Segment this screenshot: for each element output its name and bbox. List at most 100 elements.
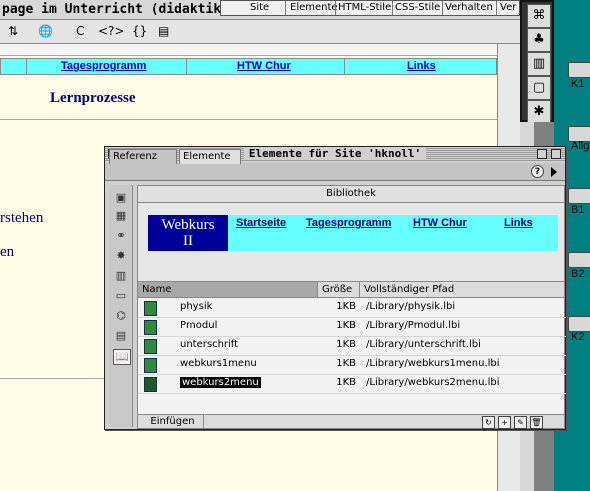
drive-icon[interactable] [568,252,590,268]
drive-icon[interactable] [568,188,590,204]
list-item-selected[interactable]: webkurs2menu 1KB /Library/webkurs2menu.l… [138,374,566,394]
menu-elemente[interactable]: Elemente [290,2,338,13]
nav-link-links[interactable]: Links [407,60,436,72]
behaviors-icon[interactable]: ✱ [527,100,551,124]
drive-icon[interactable] [568,316,590,332]
library-item-list: physik 1KB /Library/physik.lbi Pmodul 1K… [137,298,566,414]
refresh-icon[interactable]: C [76,24,84,38]
palette-bottom-bar: Einfügen ↻ + ✎ 🗑 [137,414,565,429]
nav-link-tagesprogramm[interactable]: Tagesprogramm [61,60,146,72]
preview-logo-line: II [183,233,193,249]
column-size[interactable]: Größe [318,282,360,297]
list-item[interactable]: Pmodul 1KB /Library/Pmodul.lbi [138,317,566,337]
menu-html-stile[interactable]: HTML-Stile [338,2,391,13]
list-item[interactable]: unterschrift 1KB /Library/unterschrift.l… [138,336,566,356]
body-text-fragment: rstehen [0,210,44,226]
tab-label: Referenz [113,151,157,162]
menu-divider [392,1,393,15]
preview-browser-icon[interactable]: 🌐 [38,24,53,38]
list-item[interactable]: physik 1KB /Library/physik.lbi [138,298,566,318]
item-path: /Library/unterschrift.lbi [366,339,481,350]
menu-site[interactable]: Site [250,2,269,13]
preview-link-links: Links [504,217,533,229]
horizontal-rule [0,378,105,379]
nav-divider [26,59,27,74]
tab-elemente[interactable]: Elemente [179,149,241,164]
library-preview: Webkurs II Startseite Tagesprogramm HTW … [137,203,565,281]
code-nav-icon[interactable]: {} [132,24,147,38]
menu-divider [442,1,443,15]
menu-ver[interactable]: Ver [500,2,516,13]
file-management-icon[interactable]: ⇅ [8,24,18,38]
column-name[interactable]: Name [138,282,318,297]
library-item-icon [144,377,157,392]
preview-link-htw-chur: HTW Chur [413,217,467,229]
menu-css-stile[interactable]: CSS-Stile [395,2,440,13]
library-item-icon [144,339,157,354]
library-header: Bibliothek [137,185,565,203]
drive-label: B2 [571,268,585,280]
list-column-header: Name Größe Vollständiger Pfad [137,281,565,298]
urls-category-icon[interactable]: ⚭ [113,229,129,243]
preview-logo: Webkurs II [148,215,228,251]
insert-button[interactable]: Einfügen [142,415,204,428]
document-ruler [0,44,520,56]
reference-icon[interactable]: <?> [98,24,124,38]
item-name: unterschrift [180,339,239,350]
site-icon[interactable]: ⌘ [527,4,551,28]
library-item-icon [144,320,157,335]
library-category-icon[interactable]: 📖 [113,349,131,365]
drive-label: K2 [571,331,585,343]
css-styles-icon[interactable]: ▢ [527,76,551,100]
drive-icon[interactable] [568,62,590,78]
movies-category-icon[interactable]: ▭ [113,289,129,303]
options-menu-icon[interactable] [551,167,557,177]
page-heading: Lernprozesse [50,90,136,106]
html-styles-icon[interactable]: ▥ [527,52,551,76]
tab-referenz[interactable]: Referenz [109,149,177,164]
view-options-icon[interactable]: ▤ [158,24,169,38]
item-path: /Library/physik.lbi [366,301,456,312]
item-size: 1KB [336,377,356,388]
colors-category-icon[interactable]: ▦ [113,209,129,223]
menu-divider [285,1,286,15]
scripts-category-icon[interactable]: ⌬ [113,309,129,323]
horizontal-rule [0,119,497,120]
assets-icon[interactable]: ♣ [527,28,551,52]
edit-item-icon[interactable]: ✎ [514,416,527,429]
images-category-icon[interactable]: ▣ [113,191,129,205]
refresh-list-icon[interactable]: ↻ [482,416,495,429]
list-item[interactable]: webkurs1menu 1KB /Library/webkurs1menu.l… [138,355,566,375]
flash-category-icon[interactable]: ✸ [113,249,129,263]
body-text-fragment: en [0,244,15,260]
nav-link-htw-chur[interactable]: HTW Chur [237,60,291,72]
library-item-icon [144,301,157,316]
library-item-icon [144,358,157,373]
item-path: /Library/Pmodul.lbi [366,320,461,331]
new-item-icon[interactable]: + [498,416,511,429]
item-name[interactable]: webkurs2menu [180,377,261,388]
drive-label: K1 [571,78,585,90]
menu-divider [335,1,336,15]
help-icon[interactable]: ? [531,165,544,178]
collapse-box-icon[interactable] [551,149,561,159]
templates-category-icon[interactable]: ▤ [113,329,129,343]
trash-icon[interactable]: 🗑 [530,416,543,429]
item-name: Pmodul [180,320,218,331]
item-name: physik [180,301,213,312]
document-toolbar: ⇅ 🌐 C <?> {} ▤ [0,20,520,44]
asset-category-column: ▣ ▦ ⚭ ✸ ▥ ▭ ⌬ ▤ 📖 [109,185,133,427]
nav-divider [186,59,187,74]
menu-verhalten[interactable]: Verhalten [445,2,493,13]
item-size: 1KB [336,358,356,369]
window-menu-bar: Site Elemente HTML-Stile CSS-Stile Verha… [220,0,520,16]
item-size: 1KB [336,301,356,312]
column-path[interactable]: Vollständiger Pfad [360,282,566,297]
palette-tab-row [105,163,565,181]
preview-logo-line: Webkurs [161,217,215,233]
shockwave-category-icon[interactable]: ▥ [113,269,129,283]
zoom-box-icon[interactable] [537,149,547,159]
nav-divider [344,59,345,74]
menu-divider [496,1,497,15]
item-name: webkurs1menu [180,358,257,369]
